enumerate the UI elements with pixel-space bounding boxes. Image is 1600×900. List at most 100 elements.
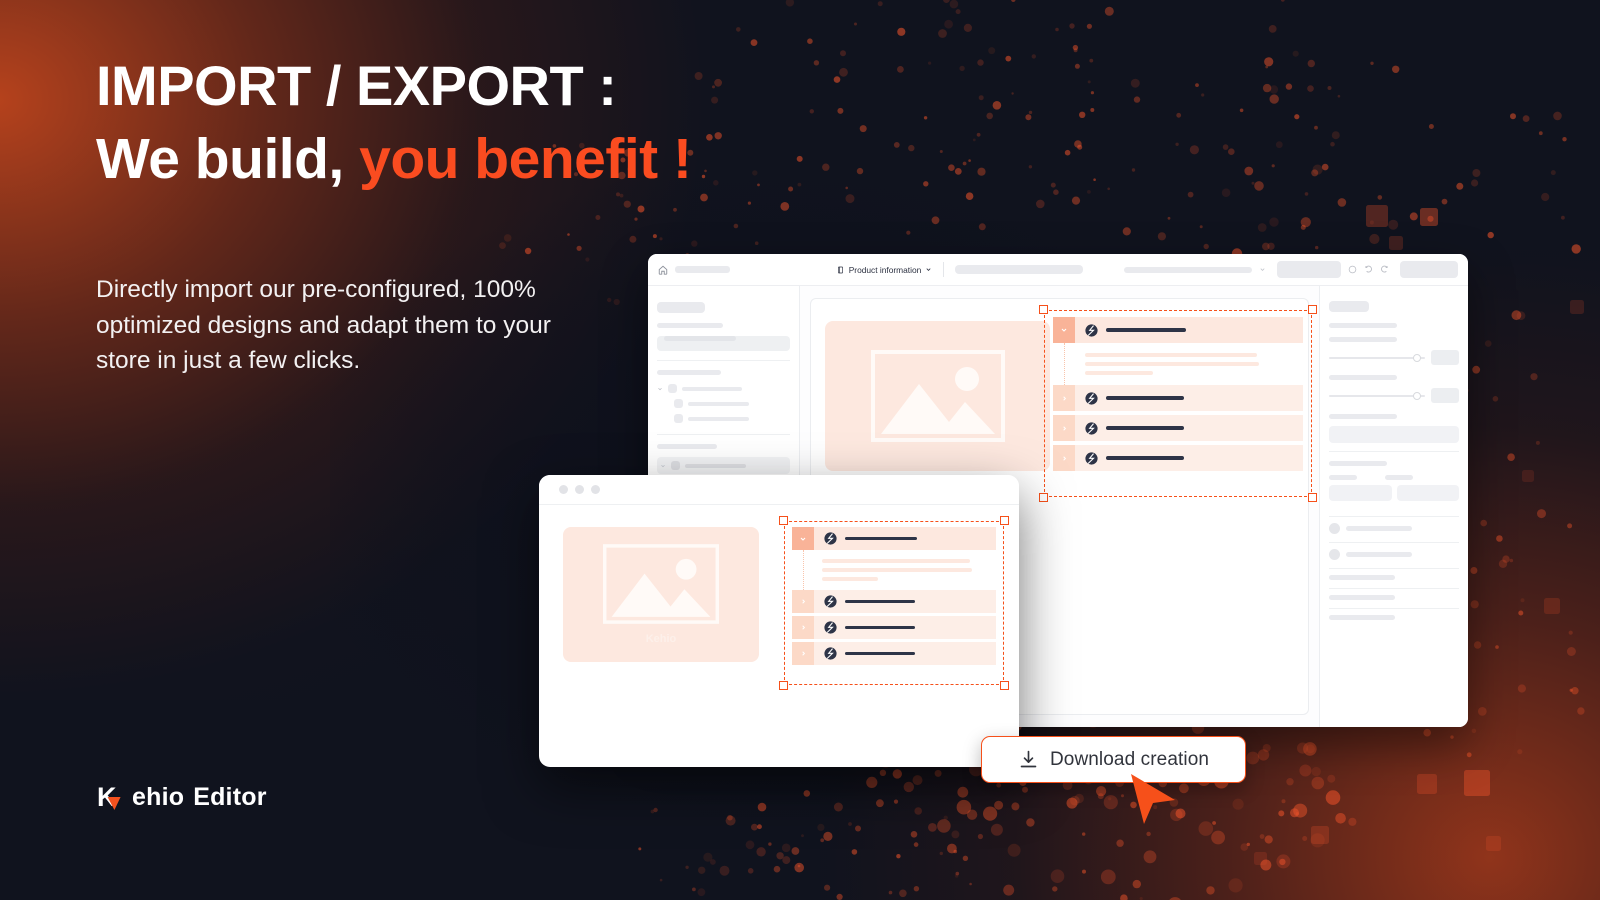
accordion-title-skeleton bbox=[1106, 426, 1184, 430]
layer-item-child[interactable] bbox=[657, 414, 790, 423]
accordion-row[interactable] bbox=[1053, 317, 1303, 343]
properties-section-1 bbox=[1329, 295, 1459, 452]
preview-image-placeholder[interactable]: Kehio bbox=[563, 527, 759, 662]
property-dual-fields bbox=[1329, 485, 1459, 501]
layer-item-parent[interactable] bbox=[657, 384, 790, 393]
accordion-guide-line bbox=[1064, 343, 1065, 385]
slider-knob[interactable] bbox=[1413, 353, 1421, 362]
chevron-down-icon-secondary[interactable] bbox=[1259, 266, 1266, 273]
chevron-down-icon[interactable] bbox=[792, 527, 814, 550]
download-icon bbox=[1020, 750, 1037, 768]
property-slider-row[interactable] bbox=[1329, 388, 1459, 403]
slider-track[interactable] bbox=[1329, 353, 1425, 362]
accordion-row[interactable] bbox=[1053, 445, 1303, 471]
toolbar-publish-button-skeleton[interactable] bbox=[1400, 261, 1458, 278]
accordion-title-skeleton bbox=[1106, 396, 1184, 400]
accordion-row[interactable] bbox=[792, 590, 996, 613]
property-input[interactable] bbox=[1329, 485, 1392, 501]
chevron-right-icon[interactable] bbox=[1053, 415, 1075, 441]
promo-banner: IMPORT / EXPORT : We build, you benefit … bbox=[0, 0, 1600, 900]
properties-list-row[interactable] bbox=[1329, 569, 1459, 589]
undo-icon[interactable] bbox=[1364, 265, 1373, 274]
property-slider-row[interactable] bbox=[1329, 350, 1459, 365]
toolbar-action-button-skeleton[interactable] bbox=[1277, 261, 1341, 278]
selection-handle-bottom-right[interactable] bbox=[1000, 681, 1009, 690]
accordion-row-body bbox=[1075, 317, 1303, 343]
slider-knob[interactable] bbox=[1413, 391, 1421, 400]
accordion-row[interactable] bbox=[792, 527, 996, 550]
selection-handle-bottom-left[interactable] bbox=[779, 681, 788, 690]
canvas-image-placeholder[interactable] bbox=[825, 321, 1050, 471]
layer-name-skeleton bbox=[685, 463, 746, 468]
kehio-k-icon bbox=[1085, 391, 1098, 405]
properties-list-row[interactable] bbox=[1329, 589, 1459, 609]
properties-section-2 bbox=[1329, 452, 1459, 517]
chevron-right-icon[interactable] bbox=[1053, 445, 1075, 471]
property-select[interactable] bbox=[1329, 426, 1459, 443]
redo-icon[interactable] bbox=[1380, 265, 1389, 274]
properties-toggle-row[interactable] bbox=[1329, 543, 1459, 569]
chevron-right-icon[interactable] bbox=[792, 616, 814, 639]
headline-line-2-white: We build, bbox=[96, 127, 344, 192]
property-label bbox=[1329, 461, 1387, 466]
chevron-down-icon[interactable] bbox=[660, 463, 666, 469]
layers-section-2 bbox=[657, 361, 790, 435]
property-value-box[interactable] bbox=[1431, 388, 1459, 403]
list-label bbox=[1329, 575, 1395, 580]
property-label bbox=[1329, 337, 1397, 342]
accordion-title-skeleton bbox=[845, 625, 915, 630]
properties-list-row[interactable] bbox=[1329, 609, 1459, 628]
layer-thumb bbox=[668, 384, 677, 393]
page-selector[interactable]: Product information bbox=[837, 265, 933, 275]
content-line-skeleton bbox=[822, 559, 970, 563]
accordion-row[interactable] bbox=[792, 642, 996, 665]
selection-handle-bottom-left[interactable] bbox=[1039, 493, 1048, 502]
selection-handle-top-right[interactable] bbox=[1308, 305, 1317, 314]
accordion-title-skeleton bbox=[845, 536, 917, 541]
accordion-row[interactable] bbox=[1053, 415, 1303, 441]
properties-toggle-row[interactable] bbox=[1329, 517, 1459, 543]
traffic-light-close[interactable] bbox=[559, 485, 568, 494]
panel-label-skeleton bbox=[657, 323, 723, 328]
accordion-row[interactable] bbox=[1053, 385, 1303, 411]
property-input[interactable] bbox=[1396, 485, 1459, 501]
panel-tag-skeleton bbox=[657, 302, 705, 313]
layer-thumb bbox=[671, 461, 680, 470]
accordion-main bbox=[1053, 317, 1303, 471]
accordion-row[interactable] bbox=[792, 616, 996, 639]
chevron-down-icon[interactable] bbox=[1053, 317, 1075, 343]
toggle-item[interactable] bbox=[1329, 523, 1459, 534]
chevron-down-icon bbox=[926, 268, 931, 271]
chevron-right-icon[interactable] bbox=[792, 590, 814, 613]
kehio-k-icon bbox=[824, 532, 837, 545]
traffic-light-maximize[interactable] bbox=[591, 485, 600, 494]
chevron-right-icon[interactable] bbox=[792, 642, 814, 665]
toolbar-left-group bbox=[658, 265, 796, 275]
traffic-light-minimize[interactable] bbox=[575, 485, 584, 494]
layer-name-skeleton bbox=[688, 416, 749, 421]
toolbar-select-skeleton[interactable] bbox=[1124, 266, 1252, 273]
layer-item-selected[interactable] bbox=[657, 457, 790, 474]
download-creation-button[interactable]: Download creation bbox=[981, 736, 1246, 783]
selection-handle-top-left[interactable] bbox=[779, 516, 788, 525]
content-line-skeleton bbox=[1085, 362, 1259, 366]
selection-handle-top-left[interactable] bbox=[1039, 305, 1048, 314]
image-placeholder-icon bbox=[870, 350, 1005, 442]
selection-handle-top-right[interactable] bbox=[1000, 516, 1009, 525]
headline-line-2-accent: you benefit ! bbox=[359, 127, 692, 192]
toolbar-center-group: Product information bbox=[804, 262, 1116, 277]
toolbar-breadcrumb-skeleton bbox=[955, 265, 1084, 274]
chevron-right-icon[interactable] bbox=[1053, 385, 1075, 411]
chevron-down-icon[interactable] bbox=[657, 386, 663, 392]
preview-window-titlebar bbox=[539, 475, 1019, 505]
selection-handle-bottom-right[interactable] bbox=[1308, 493, 1317, 502]
home-icon[interactable] bbox=[658, 265, 668, 275]
page-selector-label: Product information bbox=[848, 264, 922, 275]
toggle-item[interactable] bbox=[1329, 549, 1459, 560]
history-icon[interactable] bbox=[1348, 265, 1357, 274]
property-value-box[interactable] bbox=[1431, 350, 1459, 365]
properties-tag bbox=[1329, 301, 1369, 312]
panel-search-skeleton[interactable] bbox=[657, 336, 790, 351]
layer-item-child[interactable] bbox=[657, 399, 790, 408]
slider-track[interactable] bbox=[1329, 391, 1425, 400]
